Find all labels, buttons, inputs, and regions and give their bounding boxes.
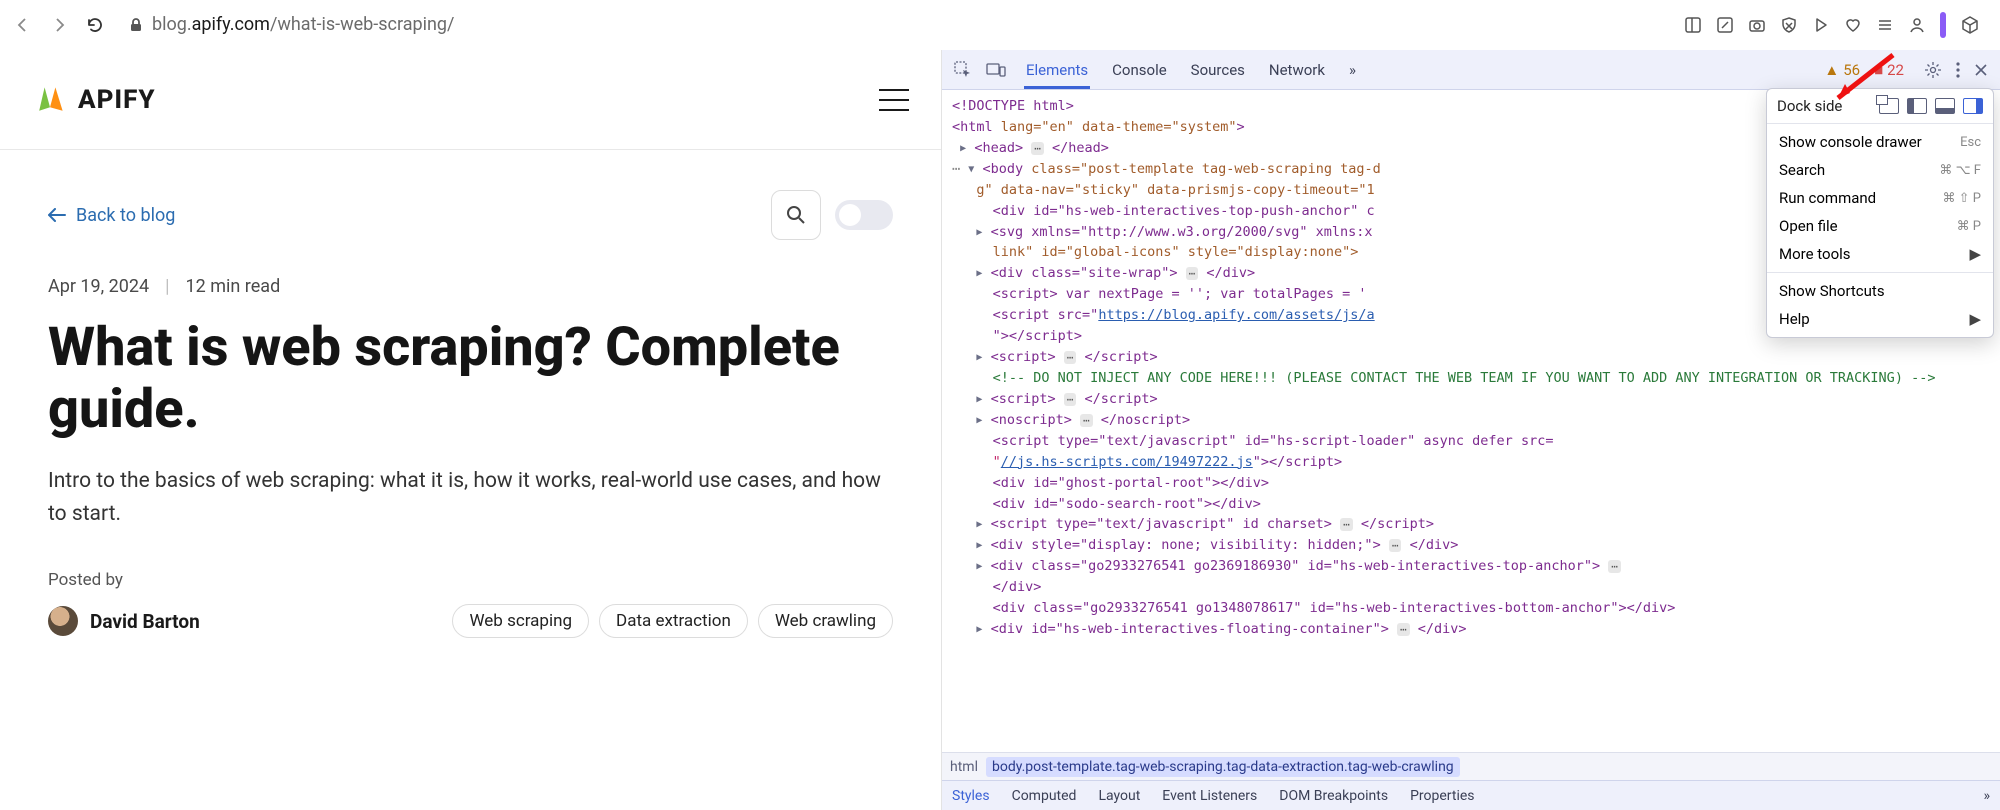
btab-more-icon[interactable]: » bbox=[1983, 788, 1990, 804]
apify-logo-icon bbox=[32, 82, 68, 118]
play-icon[interactable] bbox=[1812, 16, 1830, 34]
sidebar-icon[interactable] bbox=[1684, 16, 1702, 34]
devtools-options-menu: Dock side Show console drawerEsc Search⌘… bbox=[1766, 88, 1994, 338]
tab-sources[interactable]: Sources bbox=[1189, 51, 1247, 89]
tab-elements[interactable]: Elements bbox=[1024, 51, 1090, 89]
dock-bottom-icon[interactable] bbox=[1935, 98, 1955, 114]
browser-toolbar: blog.apify.com/what-is-web-scraping/ bbox=[0, 0, 2000, 50]
btab-computed[interactable]: Computed bbox=[1012, 788, 1077, 804]
lock-icon bbox=[128, 17, 144, 33]
breadcrumb-html[interactable]: html bbox=[950, 759, 978, 775]
article-subtitle: Intro to the basics of web scraping: wha… bbox=[48, 465, 893, 530]
dock-undock-icon[interactable] bbox=[1879, 98, 1899, 114]
forward-button[interactable] bbox=[44, 10, 74, 40]
tag[interactable]: Web crawling bbox=[758, 604, 893, 638]
close-devtools-icon[interactable] bbox=[1970, 59, 1992, 81]
dock-left-icon[interactable] bbox=[1907, 98, 1927, 114]
profile-icon[interactable] bbox=[1908, 16, 1926, 34]
posted-by-label: Posted by bbox=[48, 570, 893, 590]
camera-icon[interactable] bbox=[1748, 16, 1766, 34]
logo[interactable]: APIFY bbox=[32, 82, 156, 118]
reload-button[interactable] bbox=[80, 10, 110, 40]
device-icon[interactable] bbox=[982, 58, 1010, 82]
shield-icon[interactable] bbox=[1780, 16, 1798, 34]
menu-open-file[interactable]: Open file⌘ P bbox=[1767, 212, 1993, 240]
list-icon[interactable] bbox=[1876, 16, 1894, 34]
tag-list: Web scraping Data extraction Web crawlin… bbox=[452, 604, 893, 638]
article-meta: Apr 19, 2024 | 12 min read bbox=[48, 276, 893, 297]
btab-event-listeners[interactable]: Event Listeners bbox=[1162, 788, 1257, 804]
avatar bbox=[48, 606, 78, 636]
article-date: Apr 19, 2024 bbox=[48, 276, 149, 297]
back-to-blog-link[interactable]: Back to blog bbox=[48, 205, 175, 226]
breadcrumb-body[interactable]: body.post-template.tag-web-scraping.tag-… bbox=[986, 757, 1460, 777]
devtools-tabs: Elements Console Sources Network » bbox=[1024, 51, 1358, 89]
read-time: 12 min read bbox=[186, 276, 281, 297]
info-badge[interactable]: ■22 bbox=[1874, 61, 1904, 79]
search-icon bbox=[785, 204, 807, 226]
heart-icon[interactable] bbox=[1844, 16, 1862, 34]
btab-properties[interactable]: Properties bbox=[1410, 788, 1474, 804]
btab-dom-breakpoints[interactable]: DOM Breakpoints bbox=[1279, 788, 1388, 804]
search-button[interactable] bbox=[771, 190, 821, 240]
author[interactable]: David Barton bbox=[48, 606, 200, 636]
menu-button[interactable] bbox=[879, 89, 909, 111]
dom-breadcrumb: html body.post-template.tag-web-scraping… bbox=[942, 752, 2000, 780]
article-title: What is web scraping? Complete guide. bbox=[48, 317, 893, 441]
devtools-panel: Elements Console Sources Network » ▲56 ■… bbox=[942, 50, 2000, 810]
theme-toggle[interactable] bbox=[835, 200, 893, 230]
devtools-toolbar: Elements Console Sources Network » ▲56 ■… bbox=[942, 50, 2000, 90]
tag[interactable]: Web scraping bbox=[452, 604, 589, 638]
logo-text: APIFY bbox=[78, 85, 156, 115]
menu-search[interactable]: Search⌘ ⌥ F bbox=[1767, 156, 1993, 184]
arrow-left-icon bbox=[48, 208, 66, 222]
dock-right-icon[interactable] bbox=[1963, 98, 1983, 114]
btab-styles[interactable]: Styles bbox=[952, 788, 990, 804]
warnings-badge[interactable]: ▲56 bbox=[1824, 61, 1860, 79]
back-button[interactable] bbox=[8, 10, 38, 40]
address-bar[interactable]: blog.apify.com/what-is-web-scraping/ bbox=[116, 7, 1678, 43]
window-indicator bbox=[1940, 12, 1946, 38]
menu-help[interactable]: Help▶ bbox=[1767, 305, 1993, 333]
kebab-menu-icon[interactable] bbox=[1952, 58, 1964, 82]
btab-layout[interactable]: Layout bbox=[1098, 788, 1140, 804]
dock-side-label: Dock side bbox=[1777, 97, 1842, 115]
menu-show-console[interactable]: Show console drawerEsc bbox=[1767, 128, 1993, 156]
tab-console[interactable]: Console bbox=[1110, 51, 1169, 89]
inspect-icon[interactable] bbox=[950, 57, 976, 83]
menu-more-tools[interactable]: More tools▶ bbox=[1767, 240, 1993, 268]
tag[interactable]: Data extraction bbox=[599, 604, 748, 638]
cube-icon[interactable] bbox=[1960, 15, 1980, 35]
menu-shortcuts[interactable]: Show Shortcuts bbox=[1767, 277, 1993, 305]
url-text: blog.apify.com/what-is-web-scraping/ bbox=[152, 14, 454, 35]
styles-tabs: Styles Computed Layout Event Listeners D… bbox=[942, 780, 2000, 810]
more-tabs-icon[interactable]: » bbox=[1347, 51, 1358, 89]
author-name: David Barton bbox=[90, 610, 200, 633]
back-label: Back to blog bbox=[76, 205, 175, 226]
settings-icon[interactable] bbox=[1920, 57, 1946, 83]
site-header: APIFY bbox=[0, 50, 941, 150]
edit-icon[interactable] bbox=[1716, 16, 1734, 34]
menu-run-command[interactable]: Run command⌘ ⇧ P bbox=[1767, 184, 1993, 212]
tab-network[interactable]: Network bbox=[1267, 51, 1327, 89]
page-content: APIFY Back to blog Apr 19, 2024 | bbox=[0, 50, 942, 810]
browser-actions bbox=[1684, 12, 1992, 38]
